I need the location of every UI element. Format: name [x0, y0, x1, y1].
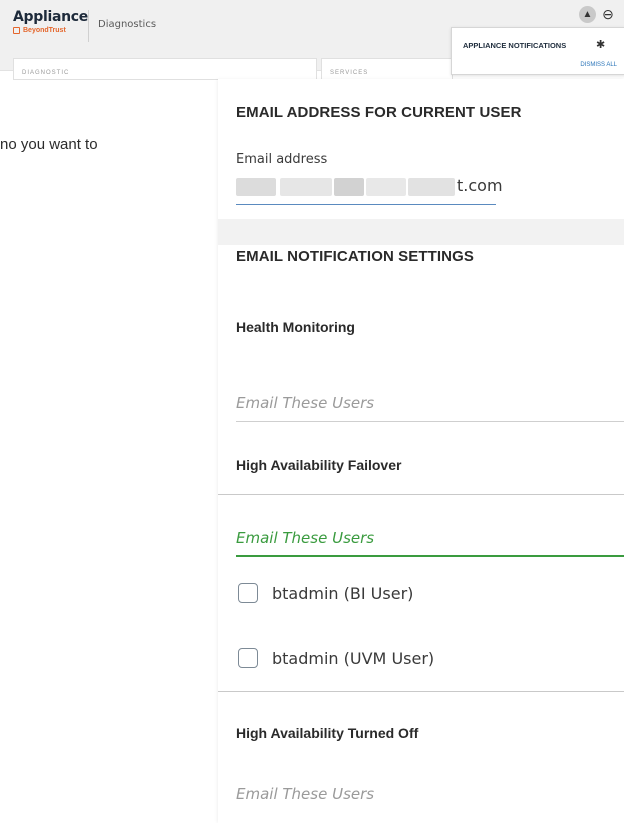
- input-underline-active: [236, 555, 624, 557]
- header-divider: [88, 10, 89, 42]
- ha-turned-off-title: High Availability Turned Off: [236, 725, 419, 741]
- notifications-popover: APPLIANCE NOTIFICATIONS ✱ DISMISS ALL: [451, 27, 624, 75]
- users-input-placeholder: Email These Users: [236, 529, 375, 547]
- notification-settings-panel: EMAIL ADDRESS FOR CURRENT USER Email add…: [218, 79, 624, 823]
- background-card: DIAGNOSTIC: [13, 58, 317, 80]
- email-value-suffix: t.com: [457, 176, 503, 195]
- notifications-title: APPLIANCE NOTIFICATIONS: [463, 41, 567, 50]
- warning-icon[interactable]: ▲: [579, 6, 596, 23]
- redacted-block: [236, 178, 276, 196]
- redacted-block: [334, 178, 364, 196]
- section-spacer: [218, 219, 624, 245]
- ha-failover-title: High Availability Failover: [236, 457, 402, 473]
- app-title: Appliance: [13, 9, 88, 25]
- dismiss-all-link[interactable]: DISMISS ALL: [580, 62, 617, 68]
- gear-icon[interactable]: ✱: [596, 38, 605, 51]
- breadcrumb[interactable]: Diagnostics: [98, 19, 156, 30]
- health-monitoring-title: Health Monitoring: [236, 319, 355, 335]
- users-input-placeholder: Email These Users: [236, 785, 375, 803]
- health-monitoring-users-input[interactable]: Email These Users: [236, 392, 624, 422]
- section-divider: [218, 691, 624, 692]
- brand: Appliance BeyondTrust: [13, 9, 88, 34]
- user-option-label: btadmin (BI User): [272, 583, 414, 603]
- section-divider: [218, 494, 624, 495]
- checkbox[interactable]: [238, 583, 258, 603]
- redacted-block: [280, 178, 332, 196]
- email-field[interactable]: t.com: [236, 176, 503, 205]
- input-underline: [236, 421, 624, 422]
- user-option-label: btadmin (UVM User): [272, 648, 435, 668]
- vendor-name: BeyondTrust: [23, 27, 66, 34]
- redacted-block: [366, 178, 406, 196]
- user-icon[interactable]: ⊖: [600, 6, 616, 22]
- background-card-label: DIAGNOSTIC: [22, 70, 70, 76]
- background-card-label: SERVICES: [330, 70, 369, 76]
- vendor-logo: BeyondTrust: [13, 27, 88, 34]
- user-option-bi[interactable]: btadmin (BI User): [238, 583, 413, 603]
- ha-turned-off-users-input[interactable]: Email These Users: [236, 783, 624, 813]
- checkbox[interactable]: [238, 648, 258, 668]
- redacted-block: [408, 178, 455, 196]
- background-text: no you want to: [0, 136, 98, 153]
- current-user-heading: EMAIL ADDRESS FOR CURRENT USER: [236, 104, 522, 121]
- notification-settings-heading: EMAIL NOTIFICATION SETTINGS: [236, 248, 474, 265]
- active-field-wrapper: Email These Users: [236, 527, 624, 557]
- ha-failover-users-input[interactable]: Email These Users: [236, 527, 624, 557]
- user-option-uvm[interactable]: btadmin (UVM User): [238, 648, 434, 668]
- email-label: Email address: [236, 152, 328, 167]
- users-input-placeholder: Email These Users: [236, 394, 375, 412]
- background-card: SERVICES: [321, 58, 453, 80]
- beyondtrust-logo-icon: [13, 27, 20, 34]
